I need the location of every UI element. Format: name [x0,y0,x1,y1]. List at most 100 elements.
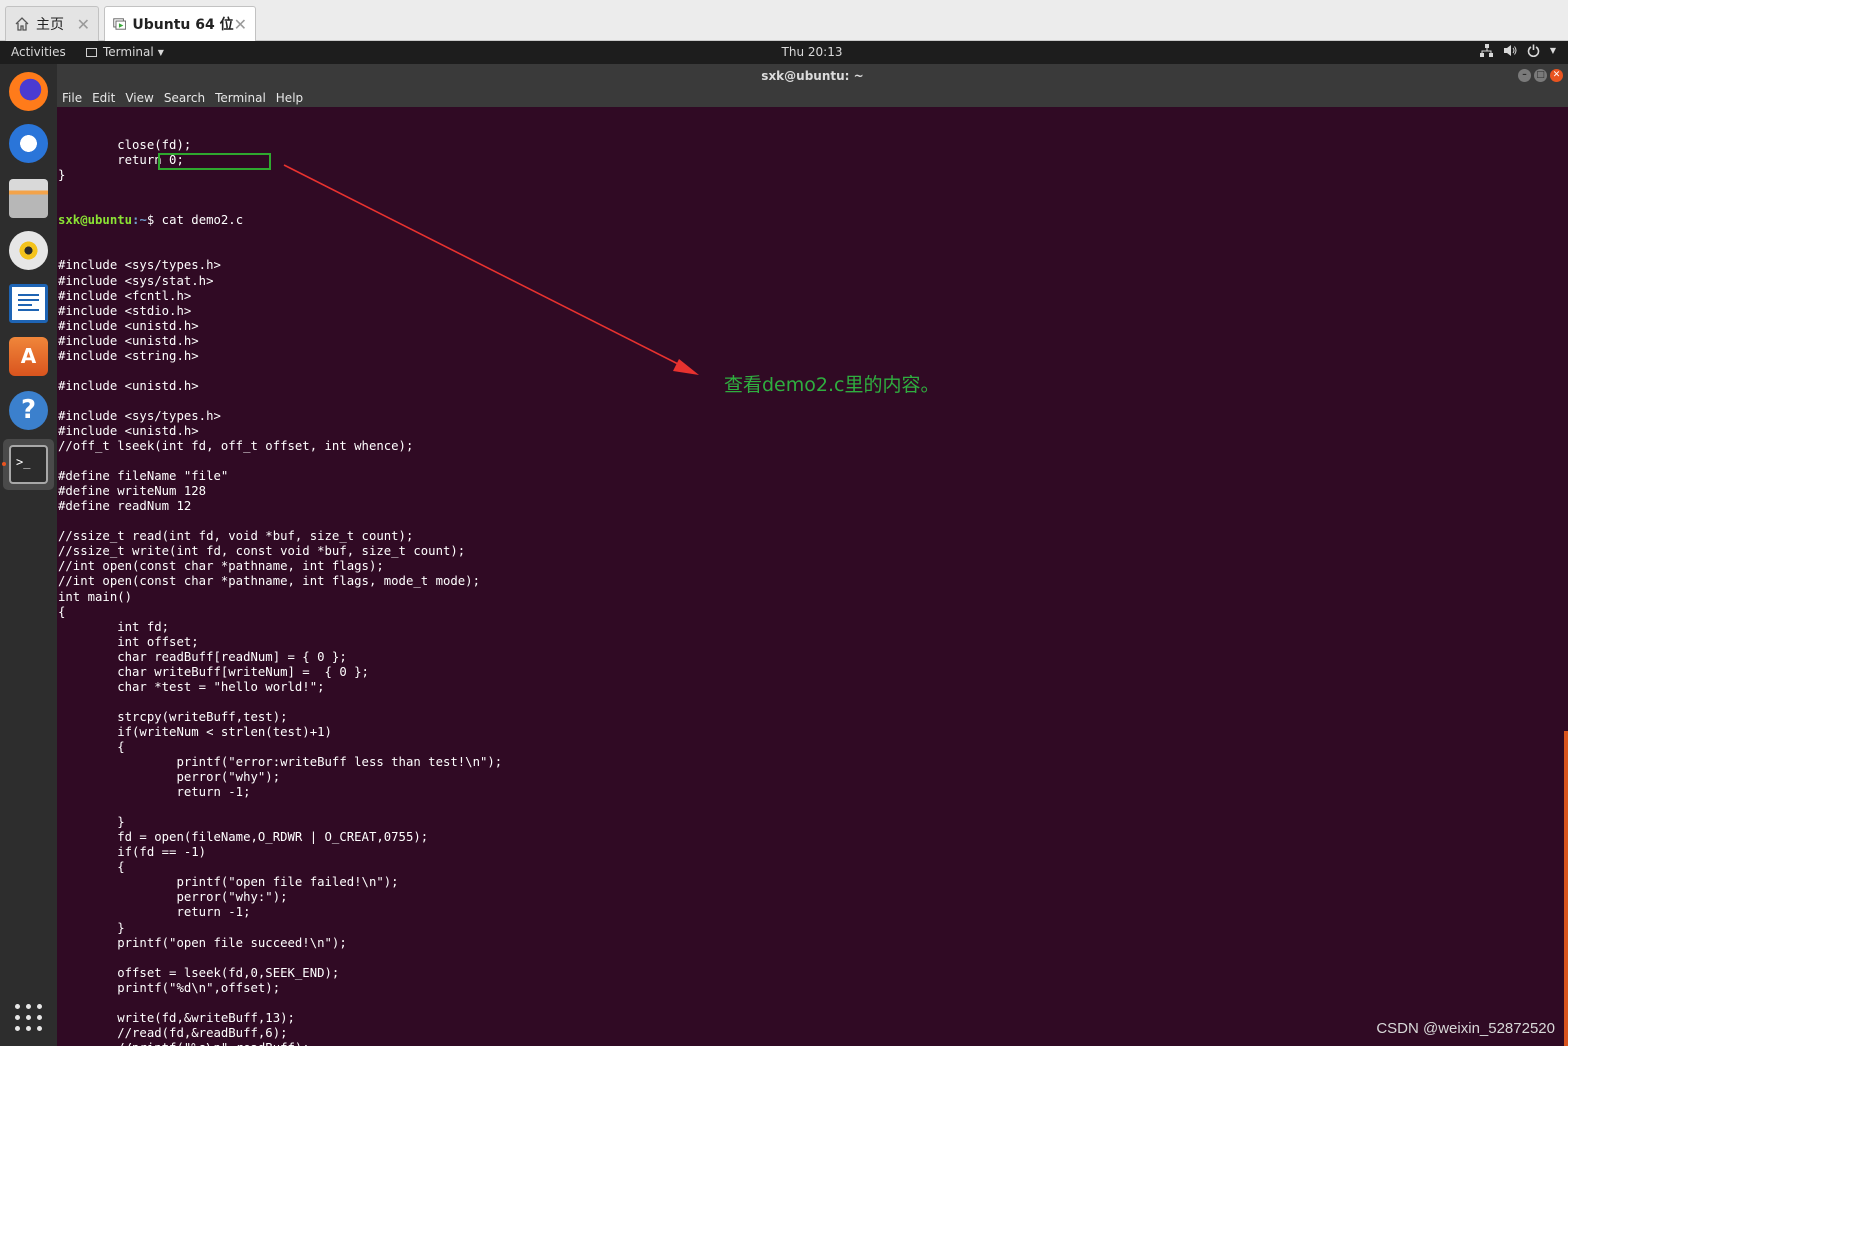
rhythmbox-icon[interactable] [9,231,48,270]
terminal-line: return 0; [58,153,184,168]
firefox-icon[interactable] [9,72,48,111]
clock[interactable]: Thu 20:13 [0,45,1624,59]
chevron-down-icon: ▼ [1549,46,1556,55]
terminal-line: int fd; [58,619,170,634]
host-tab-ubuntu[interactable]: Ubuntu 64 位 ✕ [104,6,256,41]
menu-file[interactable]: File [57,91,87,105]
prompt-user: sxk@ubuntu [58,213,133,228]
maximize-icon[interactable]: □ [1534,69,1547,82]
window-controls: – □ ✕ [1518,69,1563,82]
close-icon[interactable]: ✕ [77,15,90,34]
terminal-line: { [58,739,125,754]
libreoffice-writer-icon[interactable] [9,284,48,323]
power-icon [1527,44,1540,57]
help-icon[interactable]: ? [9,391,48,430]
terminal-line: perror("why"); [58,770,281,785]
host-tab-home[interactable]: 主页 ✕ [5,6,99,41]
terminal-line: //read(fd,&readBuff,6); [58,1025,288,1040]
terminal-line: printf("open file succeed!\n"); [58,935,347,950]
terminal-line: { [58,860,125,875]
terminal-line: } [58,815,125,830]
menu-view[interactable]: View [120,91,158,105]
terminal-line: offset = lseek(fd,0,SEEK_END); [58,965,340,980]
terminal-line: //printf("%s\n",readBuff); [58,1041,502,1046]
terminal-line: char writeBuff[writeNum] = { 0 }; [58,664,369,679]
terminal-line: } [58,920,125,935]
command-text: cat demo2.c [161,213,244,228]
terminal-lines-after: #include <sys/types.h> #include <sys/stat… [58,258,502,1046]
terminal-line: #include <unistd.h> [58,333,199,348]
terminal-line: printf("error:writeBuff less than test!\… [58,755,503,770]
command-highlight-box [158,153,271,170]
close-icon[interactable]: ✕ [1550,69,1563,82]
menu-help[interactable]: Help [271,91,308,105]
terminal-line: #include <sys/stat.h> [58,273,214,288]
annotation-text: 查看demo2.c里的内容。 [724,374,940,396]
terminal-line: #include <fcntl.h> [58,288,192,303]
terminal-line: strcpy(writeBuff,test); [58,709,288,724]
document-lines-icon [18,294,39,311]
terminal-line: int main() [58,589,133,604]
terminal-line: return -1; [58,905,251,920]
terminal-line: #include <string.h> [58,348,199,363]
terminal-line: #include <unistd.h> [58,423,199,438]
terminal-line: int offset; [58,634,199,649]
show-applications-icon[interactable] [15,1004,42,1031]
close-icon[interactable]: ✕ [234,15,247,34]
terminal-line: if(fd == -1) [58,845,207,860]
terminal-line: char readBuff[readNum] = { 0 }; [58,649,347,664]
menu-search[interactable]: Search [159,91,210,105]
terminal-line: return -1; [58,785,251,800]
running-indicator [2,462,6,466]
volume-icon [1503,45,1517,56]
vm-icon [113,18,127,30]
terminal-output[interactable]: close(fd); return 0;} sxk@ubuntu:~$ cat … [57,107,1568,1046]
terminal-line: } [58,168,66,183]
prompt-path: :~ [132,213,147,228]
terminal-line: //int open(const char *pathname, int fla… [58,559,384,574]
terminal-line: #define readNum 12 [58,499,192,514]
thunderbird-icon[interactable] [9,124,48,163]
host-tab-strip: 主页 ✕ Ubuntu 64 位 ✕ [0,0,1568,41]
ubuntu-software-icon[interactable]: A [9,337,48,376]
home-icon [15,17,29,31]
terminal-line: printf("%d\n",offset); [58,980,281,995]
terminal-menu-bar: File Edit View Search Terminal Help [57,88,1568,107]
files-icon[interactable] [9,179,48,218]
menu-edit[interactable]: Edit [87,91,120,105]
terminal-icon[interactable]: >_ [9,445,48,484]
host-tab-ubuntu-label: Ubuntu 64 位 [132,17,234,33]
terminal-line: fd = open(fileName,O_RDWR | O_CREAT,0755… [58,830,429,845]
terminal-lines-before: close(fd); return 0;} [58,138,502,183]
dock: A ? >_ [0,64,57,1046]
scrollbar[interactable] [1564,731,1568,1046]
watermark: CSDN @weixin_52872520 [1376,1020,1555,1037]
terminal-line: printf("open file failed!\n"); [58,875,399,890]
network-icon [1479,44,1493,57]
terminal-lines: close(fd); return 0;} sxk@ubuntu:~$ cat … [58,108,502,1046]
terminal-line: #define fileName "file" [58,469,229,484]
terminal-line: char *test = "hello world!"; [58,679,325,694]
terminal-line: #include <unistd.h> [58,378,199,393]
menu-terminal[interactable]: Terminal [210,91,271,105]
host-tab-home-label: 主页 [36,17,64,33]
terminal-line: write(fd,&writeBuff,13); [58,1010,295,1025]
terminal-line: //int open(const char *pathname, int fla… [58,574,480,589]
terminal-line: if(writeNum < strlen(test)+1) [58,724,332,739]
window-title: sxk@ubuntu: ~ [761,69,864,83]
terminal-line: close(fd); [58,138,192,153]
terminal-line: #include <sys/types.h> [58,258,221,273]
terminal-line: #define writeNum 128 [58,484,207,499]
terminal-line: //ssize_t read(int fd, void *buf, size_t… [58,529,414,544]
system-status-area[interactable]: ▼ [1479,44,1556,57]
window-title-bar[interactable]: sxk@ubuntu: ~ – □ ✕ [57,64,1568,88]
minimize-icon[interactable]: – [1518,69,1531,82]
